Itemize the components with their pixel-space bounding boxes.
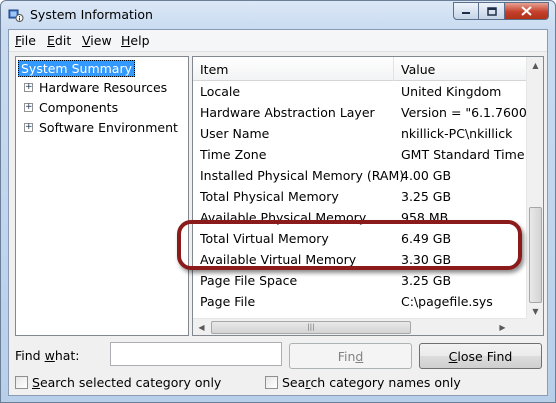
menu-help[interactable]: Help bbox=[121, 33, 150, 48]
row-item: Time Zone bbox=[200, 147, 267, 162]
row-item: Page File Space bbox=[200, 273, 298, 288]
vertical-scrollbar[interactable]: ▲ ▼ bbox=[526, 57, 543, 320]
menu-file[interactable]: File bbox=[15, 33, 36, 48]
scroll-right-arrow-icon[interactable]: ▶ bbox=[494, 319, 511, 335]
checkbox-box[interactable] bbox=[265, 376, 278, 389]
row-item: Installed Physical Memory (RAM) bbox=[200, 168, 405, 183]
menu-bar: File Edit View Help bbox=[9, 30, 547, 52]
tree-item-label: System Summary bbox=[18, 60, 135, 77]
table-row[interactable]: Page File C:\pagefile.sys bbox=[193, 291, 526, 312]
checkbox-box[interactable] bbox=[15, 376, 28, 389]
column-header-item[interactable]: Item bbox=[193, 57, 394, 81]
row-value: 3.25 GB bbox=[401, 273, 452, 288]
table-row[interactable]: Hardware Abstraction Layer Version = "6.1… bbox=[193, 102, 526, 123]
menu-view[interactable]: View bbox=[82, 33, 112, 48]
find-what-label: Find what: bbox=[15, 348, 80, 363]
row-item: Page File bbox=[200, 294, 256, 309]
table-row[interactable]: Time Zone GMT Standard Time bbox=[193, 144, 526, 165]
column-header-value[interactable]: Value bbox=[394, 57, 526, 81]
menu-edit[interactable]: Edit bbox=[47, 33, 71, 48]
table-row[interactable]: Locale United Kingdom bbox=[193, 81, 526, 102]
row-value: nkillick-PC\nkillick bbox=[401, 126, 513, 141]
system-information-app-icon bbox=[8, 7, 24, 23]
tree-item-label: Software Environment bbox=[39, 120, 178, 135]
maximize-icon bbox=[486, 6, 497, 16]
row-value: C:\pagefile.sys bbox=[401, 294, 493, 309]
row-item: Locale bbox=[200, 84, 241, 99]
search-selected-category-checkbox[interactable]: Search selected category only bbox=[15, 375, 221, 390]
tree-item-label: Components bbox=[39, 100, 119, 115]
search-category-names-checkbox[interactable]: Sea r ch category names only bbox=[265, 375, 461, 390]
horizontal-scrollbar[interactable]: ◀ ||| ▶ bbox=[193, 318, 528, 335]
window-title: System Information bbox=[30, 7, 153, 22]
find-button[interactable]: Fin d bbox=[289, 343, 412, 369]
list-rows: Locale United Kingdom Hardware Abstractio… bbox=[193, 81, 526, 312]
scrollbar-corner bbox=[526, 318, 543, 335]
scroll-left-arrow-icon[interactable]: ◀ bbox=[193, 319, 210, 335]
system-information-window: System Information File Edit View Help S… bbox=[0, 0, 556, 403]
row-value: 4.00 GB bbox=[401, 168, 452, 183]
close-icon bbox=[521, 6, 532, 16]
expand-plus-icon[interactable]: + bbox=[24, 123, 33, 132]
minimize-button[interactable] bbox=[453, 2, 479, 20]
row-item: Total Physical Memory bbox=[200, 189, 339, 204]
table-row[interactable]: Installed Physical Memory (RAM) 4.00 GB bbox=[193, 165, 526, 186]
tree-item-label: Hardware Resources bbox=[39, 80, 168, 95]
row-value: United Kingdom bbox=[401, 84, 502, 99]
table-row[interactable]: Page File Space 3.25 GB bbox=[193, 270, 526, 291]
maximize-button[interactable] bbox=[479, 2, 505, 20]
highlight-annotation-ring bbox=[177, 220, 522, 270]
find-what-input[interactable] bbox=[110, 342, 282, 366]
row-value: GMT Standard Time bbox=[401, 147, 525, 162]
category-tree[interactable]: System Summary + Hardware Resources + Co… bbox=[15, 56, 189, 336]
client-area: File Edit View Help System Summary + Har… bbox=[8, 29, 548, 396]
row-value: Version = "6.1.7600.16 bbox=[401, 105, 526, 120]
scroll-up-arrow-icon[interactable]: ▲ bbox=[527, 57, 543, 74]
list-header: Item Value bbox=[193, 57, 526, 81]
row-item: User Name bbox=[200, 126, 270, 141]
vertical-scroll-thumb[interactable] bbox=[529, 207, 542, 303]
row-value: 3.25 GB bbox=[401, 189, 452, 204]
row-item: Hardware Abstraction Layer bbox=[200, 105, 375, 120]
window-controls bbox=[453, 2, 549, 20]
table-row[interactable]: Total Physical Memory 3.25 GB bbox=[193, 186, 526, 207]
close-window-button[interactable] bbox=[505, 2, 549, 20]
expand-plus-icon[interactable]: + bbox=[24, 103, 33, 112]
details-list[interactable]: Item Value Locale United Kingdom Hardware… bbox=[192, 56, 544, 336]
close-find-button[interactable]: Close Find bbox=[419, 343, 542, 369]
minimize-icon bbox=[462, 12, 470, 14]
title-bar[interactable]: System Information bbox=[1, 1, 555, 29]
horizontal-scroll-thumb[interactable]: ||| bbox=[211, 321, 411, 334]
expand-plus-icon[interactable]: + bbox=[24, 83, 33, 92]
table-row[interactable]: User Name nkillick-PC\nkillick bbox=[193, 123, 526, 144]
